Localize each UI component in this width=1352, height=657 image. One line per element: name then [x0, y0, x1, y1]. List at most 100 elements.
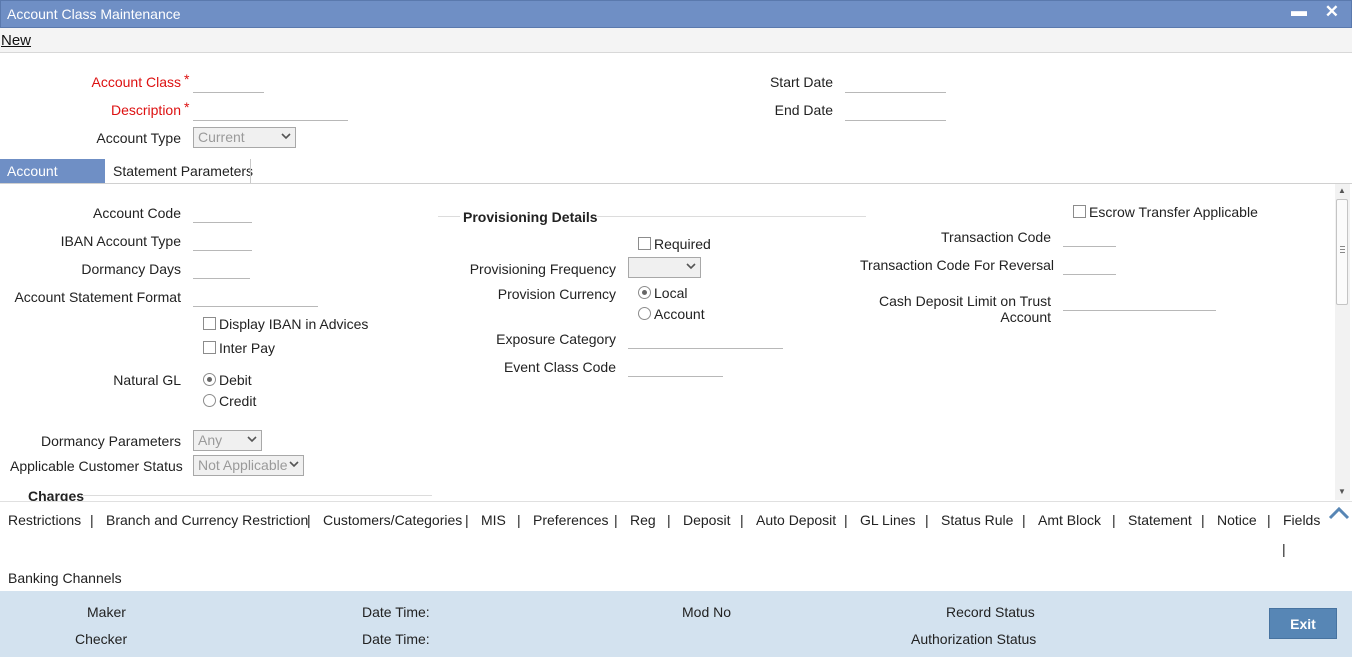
- iban-account-type-label: IBAN Account Type: [60, 233, 181, 249]
- scroll-thumb[interactable]: [1336, 199, 1348, 305]
- subsystem-separator: |: [1112, 512, 1116, 528]
- subsystem-separator: |: [925, 512, 929, 528]
- subsystem-link-amt-block[interactable]: Amt Block: [1038, 512, 1101, 528]
- event-class-code-input[interactable]: [628, 357, 723, 377]
- description-input[interactable]: [193, 101, 348, 121]
- provisioning-frequency-select[interactable]: [628, 257, 701, 278]
- iban-account-type-input[interactable]: [193, 231, 252, 251]
- details-scrollbar[interactable]: ▲ ▼: [1335, 184, 1350, 500]
- tab-account-details[interactable]: Account Details: [0, 159, 105, 203]
- subsystem-link-gl-lines[interactable]: GL Lines: [860, 512, 916, 528]
- subsystem-bar: Restrictions | Branch and Currency Restr…: [0, 501, 1352, 591]
- minimize-icon[interactable]: ▬: [1291, 3, 1307, 21]
- provisioning-divider-left: [438, 216, 460, 217]
- dormancy-parameters-select[interactable]: Any: [193, 430, 262, 451]
- provisioning-details-title: Provisioning Details: [463, 209, 598, 225]
- subsystem-separator: |: [1022, 512, 1026, 528]
- account-type-value: Current: [198, 129, 245, 145]
- mod-no-label: Mod No: [682, 604, 732, 620]
- subsystem-separator: |: [667, 512, 671, 528]
- description-label: Description: [40, 102, 181, 118]
- provisioning-required-label: Required: [654, 236, 711, 252]
- transaction-code-label: Transaction Code: [941, 229, 1051, 245]
- dormancy-days-label: Dormancy Days: [81, 261, 181, 277]
- provision-currency-local-radio[interactable]: [638, 286, 651, 299]
- new-link[interactable]: New: [1, 32, 31, 49]
- account-statement-format-input[interactable]: [193, 287, 318, 307]
- close-icon[interactable]: ✕: [1325, 2, 1339, 22]
- chevron-down-icon: [247, 436, 257, 443]
- applicable-customer-status-select[interactable]: Not Applicable: [193, 455, 304, 476]
- account-type-label: Account Type: [96, 130, 181, 146]
- exposure-category-label: Exposure Category: [496, 331, 616, 347]
- maker-label: Maker: [87, 604, 126, 620]
- inter-pay-checkbox[interactable]: [203, 341, 216, 354]
- account-class-label-text: Account Class: [91, 74, 181, 90]
- charges-divider: [82, 495, 432, 496]
- account-type-select[interactable]: Current: [193, 127, 296, 148]
- subsystem-separator: |: [90, 512, 94, 528]
- start-date-input[interactable]: [845, 73, 946, 93]
- provision-currency-account-radio[interactable]: [638, 307, 651, 320]
- event-class-code-label: Event Class Code: [503, 359, 616, 375]
- end-date-input[interactable]: [845, 101, 946, 121]
- tab-statement-parameters[interactable]: Statement Parameters: [106, 159, 260, 183]
- subsystem-link-restrictions[interactable]: Restrictions: [8, 512, 81, 528]
- provisioning-required-checkbox[interactable]: [638, 237, 651, 250]
- subsystem-separator: |: [307, 512, 311, 528]
- account-code-input[interactable]: [193, 203, 252, 223]
- authorization-status-label: Authorization Status: [911, 631, 1037, 647]
- natural-gl-debit-label: Debit: [219, 372, 252, 388]
- subsystem-link-reg[interactable]: Reg: [630, 512, 656, 528]
- exit-button[interactable]: Exit: [1269, 608, 1337, 639]
- tab-underline: [0, 183, 1352, 184]
- subsystem-link-deposit[interactable]: Deposit: [683, 512, 730, 528]
- scroll-down-icon[interactable]: ▼: [1338, 487, 1346, 496]
- chevron-down-icon: [281, 133, 291, 140]
- dormancy-parameters-value: Any: [198, 432, 223, 448]
- subsystem-link-banking-channels[interactable]: Banking Channels: [8, 570, 122, 586]
- tab-divider: [250, 159, 251, 183]
- record-status-label: Record Status: [946, 604, 1035, 620]
- display-iban-label: Display IBAN in Advices: [219, 316, 369, 332]
- subsystem-link-status-rule[interactable]: Status Rule: [941, 512, 1013, 528]
- subsystem-link-mis[interactable]: MIS: [481, 512, 506, 528]
- transaction-code-input[interactable]: [1063, 227, 1116, 247]
- inter-pay-label: Inter Pay: [219, 340, 276, 356]
- provision-currency-label: Provision Currency: [497, 286, 616, 302]
- transaction-code-reversal-input[interactable]: [1063, 255, 1116, 275]
- scroll-up-icon[interactable]: ▲: [1338, 186, 1346, 195]
- natural-gl-credit-radio[interactable]: [203, 394, 216, 407]
- subsystem-link-auto-deposit[interactable]: Auto Deposit: [756, 512, 836, 528]
- description-label-text: Description: [110, 102, 181, 118]
- natural-gl-credit-label: Credit: [219, 393, 257, 409]
- subsystem-link-customers-categories[interactable]: Customers/Categories: [323, 512, 462, 528]
- subsystem-link-preferences[interactable]: Preferences: [533, 512, 608, 528]
- subsystem-link-statement[interactable]: Statement: [1128, 512, 1192, 528]
- escrow-transfer-checkbox[interactable]: [1073, 205, 1086, 218]
- escrow-transfer-label: Escrow Transfer Applicable: [1089, 204, 1258, 220]
- exposure-category-input[interactable]: [628, 329, 783, 349]
- display-iban-checkbox[interactable]: [203, 317, 216, 330]
- checker-date-time-label: Date Time:: [362, 631, 430, 647]
- subsystem-separator: |: [614, 512, 618, 528]
- provision-currency-local-label: Local: [654, 285, 688, 301]
- start-date-label: Start Date: [769, 74, 833, 90]
- account-class-label: Account Class: [40, 74, 181, 90]
- subsystem-link-notice[interactable]: Notice: [1217, 512, 1257, 528]
- natural-gl-label: Natural GL: [113, 372, 181, 388]
- window-title: Account Class Maintenance: [7, 6, 181, 22]
- cash-deposit-limit-input[interactable]: [1063, 291, 1216, 311]
- chevron-up-icon[interactable]: [1328, 506, 1350, 520]
- audit-footer: Maker Checker Date Time: Date Time: Mod …: [0, 591, 1352, 657]
- subsystem-link-fields[interactable]: Fields: [1283, 512, 1320, 528]
- chevron-down-icon: [686, 263, 696, 270]
- account-class-input[interactable]: [193, 73, 264, 93]
- provisioning-divider-right: [596, 216, 866, 217]
- subsystem-link-branch-currency-restriction[interactable]: Branch and Currency Restriction: [106, 512, 308, 528]
- cash-deposit-limit-label: Cash Deposit Limit on Trust: [879, 293, 1051, 309]
- natural-gl-debit-radio[interactable]: [203, 373, 216, 386]
- subsystem-separator: |: [1267, 512, 1271, 528]
- provision-currency-account-label: Account: [654, 306, 705, 322]
- dormancy-days-input[interactable]: [193, 259, 250, 279]
